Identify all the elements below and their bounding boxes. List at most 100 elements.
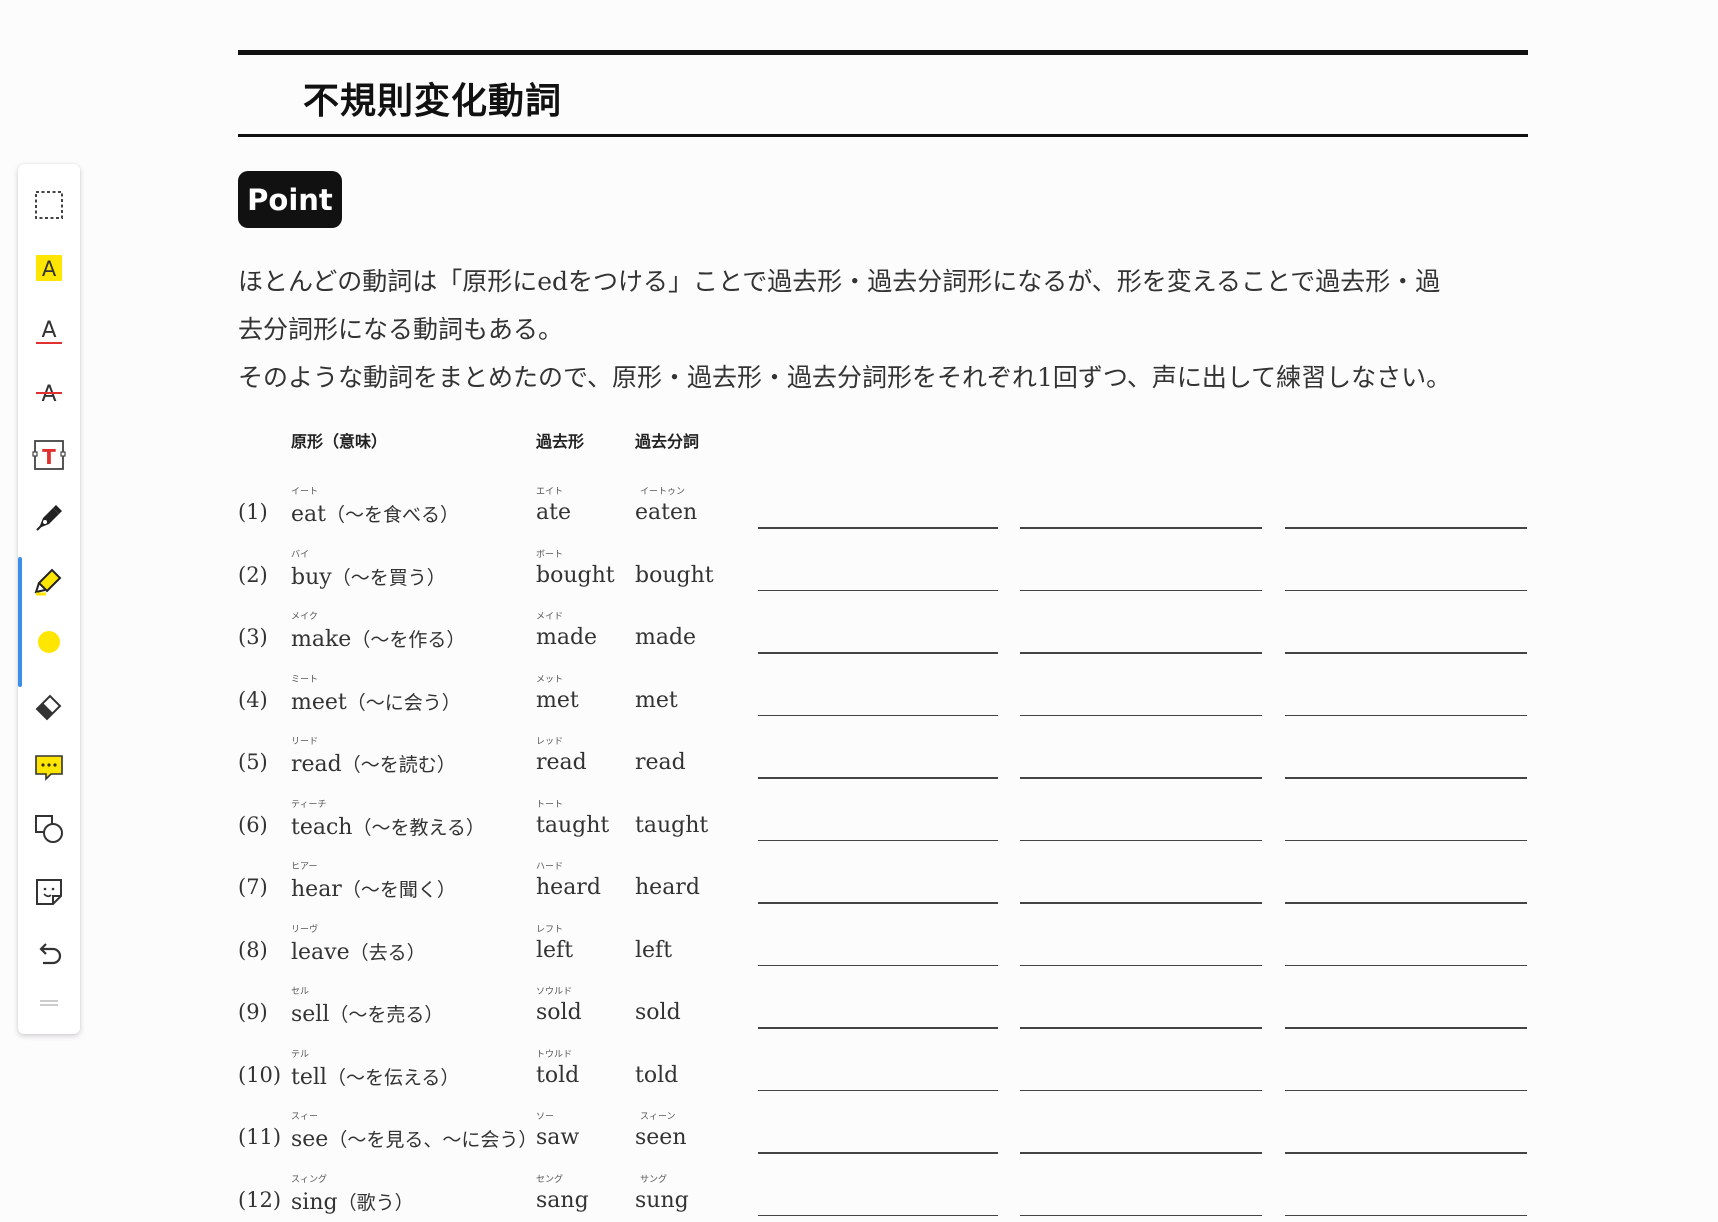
practice-line[interactable] xyxy=(1020,1214,1262,1216)
practice-line[interactable] xyxy=(1020,714,1262,716)
base-form: teach（～を教える） xyxy=(291,813,485,840)
practice-line[interactable] xyxy=(1020,1089,1262,1091)
select-area-tool[interactable] xyxy=(18,178,80,232)
practice-line[interactable] xyxy=(1285,1214,1527,1216)
shapes-tool[interactable] xyxy=(18,802,80,856)
practice-line[interactable] xyxy=(1285,527,1527,529)
practice-line[interactable] xyxy=(1020,652,1262,654)
practice-line[interactable] xyxy=(1285,714,1527,716)
practice-line[interactable] xyxy=(758,1152,998,1154)
base-word: make xyxy=(291,627,352,652)
past-form: read xyxy=(536,750,587,775)
strikethrough-text-tool[interactable]: A xyxy=(18,366,80,420)
base-meaning: （～を見る、～に会う） xyxy=(328,1129,538,1151)
pen-icon xyxy=(36,505,62,531)
verb-row: (5) リード read（～を読む） レッド read read xyxy=(0,722,1718,784)
practice-line[interactable] xyxy=(758,1214,998,1216)
base-ruby: リーヴ xyxy=(291,924,319,935)
practice-line[interactable] xyxy=(758,589,998,591)
practice-line[interactable] xyxy=(1285,777,1527,779)
practice-line[interactable] xyxy=(1020,839,1262,841)
verb-row: (4) ミート meet（～に会う） メット met met xyxy=(0,660,1718,722)
row-number: (7) xyxy=(238,875,268,899)
past-ruby: ソウルド xyxy=(536,987,573,997)
toolbar-drag-handle[interactable] xyxy=(18,986,80,1020)
past-form: bought xyxy=(536,562,615,588)
verb-row: (9) セル sell（～を売る） ソウルド sold sold xyxy=(0,972,1718,1034)
practice-line[interactable] xyxy=(758,902,998,904)
text-box-tool[interactable]: T xyxy=(18,428,80,482)
undo-button[interactable] xyxy=(18,927,80,981)
base-form: eat（～を食べる） xyxy=(291,500,459,527)
practice-line[interactable] xyxy=(758,652,998,654)
participle-form: heard xyxy=(635,875,700,900)
base-meaning: （～を買う） xyxy=(331,566,446,589)
past-ruby: メイド xyxy=(536,612,564,622)
practice-line[interactable] xyxy=(758,1089,998,1091)
practice-line[interactable] xyxy=(758,964,998,966)
base-meaning: （歌う） xyxy=(337,1191,414,1214)
practice-line[interactable] xyxy=(758,839,998,841)
participle-ruby: スィーン xyxy=(640,1112,676,1122)
practice-line[interactable] xyxy=(758,1027,998,1029)
sticker-tool[interactable] xyxy=(18,865,80,919)
base-word: hear xyxy=(291,877,342,902)
participle-form: eaten xyxy=(635,500,698,525)
practice-line[interactable] xyxy=(1285,652,1527,654)
row-number: (4) xyxy=(238,687,268,712)
base-meaning: （～に会う） xyxy=(346,691,461,714)
point-badge: Point xyxy=(238,171,342,228)
past-ruby: エイト xyxy=(536,487,564,497)
header-past: 過去形 xyxy=(536,432,585,451)
underline-text-icon: A xyxy=(36,318,62,344)
base-form: read（～を読む） xyxy=(291,750,456,777)
row-number: (3) xyxy=(238,625,268,649)
practice-line[interactable] xyxy=(1285,902,1527,904)
practice-line[interactable] xyxy=(1285,589,1527,591)
practice-line[interactable] xyxy=(758,527,998,529)
verb-row: (6) ティーチ teach（～を教える） トート taught taught xyxy=(0,785,1718,847)
underline-text-tool[interactable]: A xyxy=(18,304,80,358)
comment-tool[interactable] xyxy=(18,740,80,794)
shapes-icon xyxy=(35,815,63,843)
practice-line[interactable] xyxy=(1020,1027,1262,1029)
practice-line[interactable] xyxy=(1020,777,1262,779)
color-picker-tool[interactable] xyxy=(18,615,80,669)
highlight-text-tool[interactable]: A xyxy=(18,241,80,295)
practice-line[interactable] xyxy=(758,714,998,716)
practice-line[interactable] xyxy=(1285,1027,1527,1029)
past-form: saw xyxy=(536,1125,580,1150)
base-word: teach xyxy=(291,814,353,840)
practice-line[interactable] xyxy=(1020,902,1262,904)
highlighter-tool[interactable] xyxy=(18,553,80,607)
intro-line: ほとんどの動詞は「原形にedをつける」ことで過去形・過去分詞形になるが、形を変え… xyxy=(238,267,1441,296)
practice-line[interactable] xyxy=(1020,527,1262,529)
participle-form: sold xyxy=(635,1000,681,1025)
row-number: (1) xyxy=(238,500,268,524)
base-form: hear（～を聞く） xyxy=(291,875,456,902)
eraser-icon xyxy=(35,694,62,721)
row-number: (11) xyxy=(238,1125,282,1149)
base-meaning: （～を食べる） xyxy=(325,504,459,526)
practice-line[interactable] xyxy=(1285,839,1527,841)
practice-line[interactable] xyxy=(1285,1152,1527,1154)
base-form: make（～を作る） xyxy=(291,625,465,652)
practice-line[interactable] xyxy=(758,777,998,779)
practice-line[interactable] xyxy=(1020,1152,1262,1154)
base-word: buy xyxy=(291,564,332,590)
past-ruby: トート xyxy=(536,799,564,810)
practice-line[interactable] xyxy=(1020,964,1262,966)
practice-line[interactable] xyxy=(1285,1089,1527,1091)
eraser-tool[interactable] xyxy=(18,678,80,732)
past-form: ate xyxy=(536,500,571,525)
practice-line[interactable] xyxy=(1285,964,1527,966)
pen-tool[interactable] xyxy=(18,490,80,544)
participle-ruby: サング xyxy=(640,1174,668,1185)
base-word: see xyxy=(291,1127,329,1152)
practice-line[interactable] xyxy=(1020,589,1262,591)
highlight-text-icon: A xyxy=(36,255,62,281)
header-past-participle: 過去分詞 xyxy=(635,432,700,451)
base-form: tell（～を伝える） xyxy=(291,1063,459,1090)
base-word: sing xyxy=(291,1189,338,1215)
base-ruby: テル xyxy=(291,1049,310,1060)
